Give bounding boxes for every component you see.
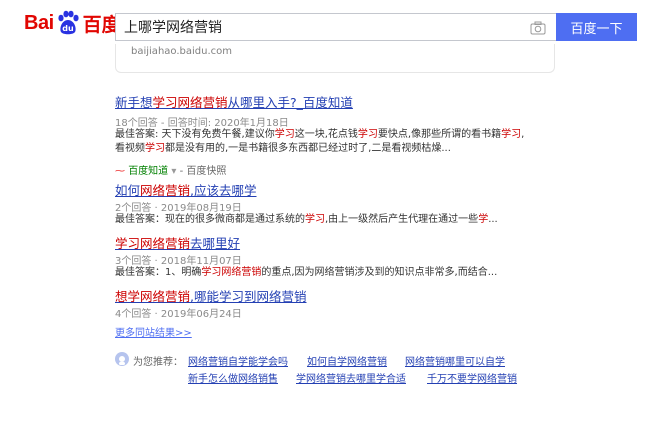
sub-result-snippet: 最佳答案：现在的很多微商都是通过系统的学习,由上一级然后产生代理在通过一些学..… [115,214,498,225]
result-url[interactable]: baijiahao.baidu.com [131,46,232,57]
search-button[interactable]: 百度一下 [556,13,637,41]
sub-result-meta: 3个回答 · 2018年11月07日 [115,256,242,267]
result-source[interactable]: ⁓ 百度知道 ▾ - 百度快照 [115,162,226,177]
sub-result-meta: 4个回答 · 2019年06月24日 [115,309,242,320]
title-text: 新手想 [115,95,153,110]
camera-icon[interactable] [530,20,546,35]
zhidao-icon: ⁓ [115,166,125,177]
sub-result-meta: 2个回答 · 2019年08月19日 [115,203,242,214]
recommend-link[interactable]: 如何自学网络营销 [307,353,387,368]
logo-bai-text: Bai [24,11,54,34]
svg-text:du: du [62,24,74,33]
search-input[interactable] [116,14,524,40]
title-text: 从哪里入手?_百度知道 [227,95,353,110]
sub-result-title[interactable]: 想学网络营销,哪能学习到网络营销 [115,286,307,305]
result-meta: 18个回答 - 回答时间: 2020年1月18日 [115,118,289,129]
previous-result-card: baijiahao.baidu.com [115,44,555,73]
sub-result-title[interactable]: 如何网络营销,应该去哪学 [115,180,257,199]
source-label: 百度知道 [128,166,169,177]
result-snippet: 最佳答案: 天下没有免费午餐,建议你学习这一块,花点钱学习要快点,像那些所谓的看… [115,129,525,154]
recommend-link[interactable]: 网络营销哪里可以自学 [405,353,505,368]
recommend-link[interactable]: 千万不要学网络营销 [427,370,517,385]
sub-result-title[interactable]: 学习网络营销去哪里好 [115,233,240,252]
sub-result-snippet: 最佳答案：1、明确学习网络营销的重点,因为网络营销涉及到的知识点非常多,而结合.… [115,267,498,278]
title-highlight: 学习网络营销 [152,95,228,110]
header: Bai du 百度 百度一下 [0,0,648,44]
recommend-link[interactable]: 网络营销自学能学会吗 [188,353,288,368]
result-title[interactable]: 新手想学习网络营销从哪里入手?_百度知道 [115,92,353,111]
recommend-link[interactable]: 新手怎么做网络销售 [188,370,278,385]
chevron-down-icon: ▾ [171,166,177,177]
recommend-icon [115,352,129,366]
baidu-logo[interactable]: Bai du 百度 [24,8,121,38]
search-box [115,13,556,41]
paw-icon: du [55,10,81,36]
recommend-label: 为您推荐： [133,357,183,368]
recommend-link[interactable]: 学网络营销去哪里学合适 [296,370,406,385]
snapshot-link[interactable]: - 百度快照 [180,166,227,177]
more-site-results-link[interactable]: 更多同站结果>> [115,324,192,339]
